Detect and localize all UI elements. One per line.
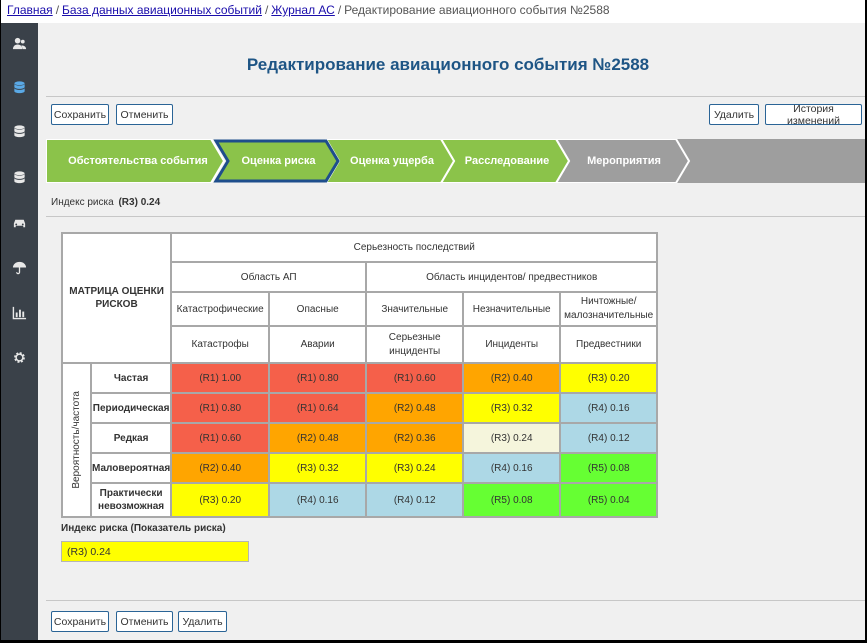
matrix-cell[interactable]: (R1) 0.64 (268, 392, 368, 424)
risk-index-field[interactable]: (R3) 0.24 (61, 541, 249, 562)
matrix-cell[interactable]: (R4) 0.16 (559, 392, 659, 424)
matrix-cell[interactable]: (R3) 0.32 (462, 392, 562, 424)
database-icon[interactable] (9, 167, 29, 187)
severity-col-header: Значительные (365, 291, 465, 327)
save-button[interactable]: Сохранить (51, 104, 109, 125)
event-col-header: Аварии (268, 325, 368, 364)
gear-icon[interactable] (9, 347, 29, 367)
divider (46, 96, 865, 97)
matrix-cell[interactable]: (R3) 0.32 (268, 452, 368, 484)
matrix-cell[interactable]: (R4) 0.12 (365, 482, 465, 518)
breadcrumb-home[interactable]: Главная (7, 3, 53, 17)
matrix-cell[interactable]: (R5) 0.08 (462, 482, 562, 518)
severity-col-header: Незначительные (462, 291, 562, 327)
area-incidents-header: Область инцидентов/ предвестников (365, 261, 659, 293)
car-icon[interactable] (9, 212, 29, 232)
matrix-title: МАТРИЦА ОЦЕНКИ РИСКОВ (60, 232, 173, 364)
probability-row-label: Редкая (89, 422, 173, 454)
matrix-cell[interactable]: (R3) 0.20 (170, 482, 271, 518)
divider (46, 216, 865, 217)
probability-row-label: Практически невозможная (89, 482, 173, 518)
risk-index-label: Индекс риска (51, 197, 114, 208)
probability-row-label: Маловероятная (89, 452, 173, 484)
probability-axis: Вероятность/частота (61, 362, 92, 518)
matrix-cell[interactable]: (R5) 0.04 (559, 482, 659, 518)
users-icon[interactable] (9, 33, 29, 53)
cancel-button-bottom[interactable]: Отменить (116, 611, 173, 632)
area-ap-header: Область АП (170, 261, 368, 293)
breadcrumb-database[interactable]: База данных авиационных событий (62, 3, 262, 17)
event-col-header: Инциденты (462, 325, 562, 364)
umbrella-icon[interactable] (9, 257, 29, 277)
database-icon[interactable] (9, 77, 29, 97)
probability-row-label: Периодическая (89, 392, 173, 424)
risk-index-summary: Индекс риска (R3) 0.24 (51, 197, 160, 208)
breadcrumb-journal[interactable]: Журнал АС (271, 3, 335, 17)
matrix-cell[interactable]: (R1) 0.60 (170, 422, 271, 454)
step-risk-assessment[interactable]: Оценка риска (226, 139, 331, 183)
breadcrumb: Главная / База данных авиационных событий /… (7, 3, 610, 17)
main-content: Редактирование авиационного события №258… (38, 23, 865, 640)
database-icon[interactable] (9, 121, 29, 141)
matrix-cell[interactable]: (R2) 0.48 (365, 392, 465, 424)
risk-matrix: МАТРИЦА ОЦЕНКИ РИСКОВ Серьезность послед… (60, 232, 659, 518)
chart-icon[interactable] (9, 302, 29, 322)
severity-col-header: Катастрофические (170, 291, 271, 327)
risk-index-value: (R3) 0.24 (118, 197, 161, 208)
sidebar (1, 23, 38, 640)
matrix-cell[interactable]: (R1) 0.80 (268, 362, 368, 394)
step-investigation[interactable]: Расследование (454, 139, 560, 183)
severity-header: Серьезность последствий (170, 232, 659, 263)
cancel-button[interactable]: Отменить (116, 104, 173, 125)
matrix-cell[interactable]: (R5) 0.08 (559, 452, 659, 484)
step-circumstances[interactable]: Обстоятельства события (58, 139, 218, 183)
matrix-cell[interactable]: (R1) 0.60 (365, 362, 465, 394)
matrix-cell[interactable]: (R1) 0.80 (170, 392, 271, 424)
app-window: Главная / База данных авиационных событий /… (1, 0, 865, 640)
event-col-header: Серьезные инциденты (365, 325, 465, 364)
matrix-cell[interactable]: (R4) 0.16 (268, 482, 368, 518)
step-damage-assessment[interactable]: Оценка ущерба (338, 139, 446, 183)
matrix-cell[interactable]: (R3) 0.20 (559, 362, 659, 394)
matrix-cell[interactable]: (R3) 0.24 (365, 452, 465, 484)
matrix-cell[interactable]: (R2) 0.48 (268, 422, 368, 454)
progress-steps: Обстоятельства события Оценка риска Оцен… (46, 139, 865, 183)
event-col-header: Предвестники (559, 325, 659, 364)
matrix-cell[interactable]: (R4) 0.16 (462, 452, 562, 484)
matrix-cell[interactable]: (R2) 0.40 (462, 362, 562, 394)
probability-row-label: Частая (89, 362, 173, 394)
page-title: Редактирование авиационного события №258… (246, 55, 650, 74)
delete-button[interactable]: Удалить (709, 104, 759, 125)
divider (46, 600, 865, 601)
delete-button-bottom[interactable]: Удалить (178, 611, 227, 632)
matrix-cell[interactable]: (R2) 0.36 (365, 422, 465, 454)
severity-col-header: Опасные (268, 291, 368, 327)
step-measures[interactable]: Мероприятия (569, 139, 679, 183)
severity-col-header: Ничтожные/ малозначительные (559, 291, 659, 327)
matrix-cell[interactable]: (R1) 1.00 (170, 362, 271, 394)
matrix-cell-selected[interactable]: (R3) 0.24 (462, 422, 562, 454)
probability-label: Вероятность/частота (71, 391, 82, 489)
risk-index-field-label: Индекс риска (Показатель риска) (61, 523, 226, 534)
history-button[interactable]: История изменений (765, 103, 862, 127)
breadcrumb-current: Редактирование авиационного события №258… (344, 3, 610, 17)
event-col-header: Катастрофы (170, 325, 271, 364)
matrix-cell[interactable]: (R4) 0.12 (559, 422, 659, 454)
matrix-cell[interactable]: (R2) 0.40 (170, 452, 271, 484)
save-button-bottom[interactable]: Сохранить (51, 611, 109, 632)
steps-track (676, 139, 865, 183)
